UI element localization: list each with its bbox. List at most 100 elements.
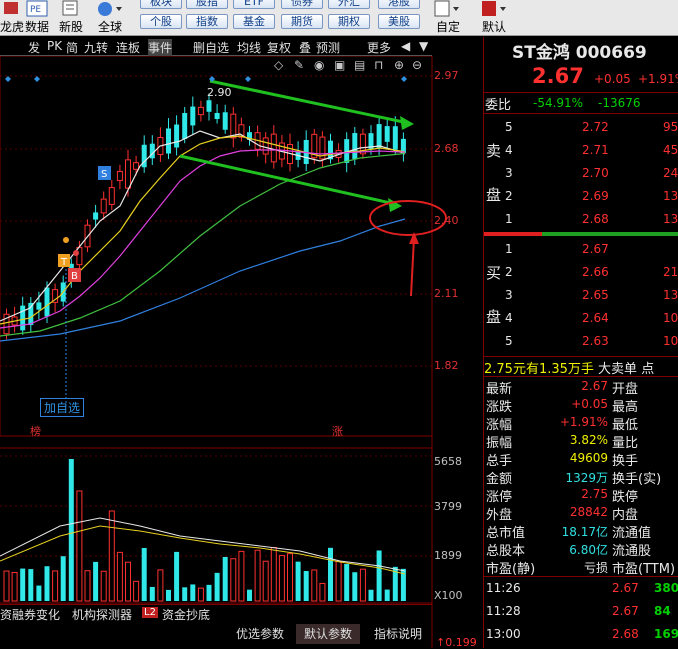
arrow-left-icon[interactable]: ◀ bbox=[401, 39, 410, 53]
bid-side-label-1: 买 bbox=[486, 264, 502, 282]
stat-value: 49609 bbox=[569, 451, 608, 465]
chart-tool-8[interactable]: 复权 bbox=[267, 39, 291, 56]
toolbar-label-longhu[interactable]: 龙虎 bbox=[0, 18, 24, 35]
stat-label-2: 最低 bbox=[612, 418, 639, 433]
bids-price[interactable]: 2.66 bbox=[582, 265, 609, 279]
kline-chart[interactable]: T B S 2.90 bbox=[0, 56, 482, 648]
chart-tool-5[interactable]: 事件 bbox=[148, 39, 173, 56]
toolbar-label-default[interactable]: 默认 bbox=[482, 18, 506, 35]
chart-toolbar-nav[interactable]: ◀ ▼ bbox=[399, 38, 431, 55]
stat-label: 涨跌 bbox=[486, 400, 513, 415]
big-order-row[interactable]: 2.75元有1.35万手 大卖单 点 bbox=[484, 358, 654, 377]
stat-value: 1329万 bbox=[565, 471, 608, 485]
stock-code: 000669 bbox=[575, 43, 647, 63]
volume-bar bbox=[278, 555, 285, 602]
tab-institution-detector[interactable]: 机构探测器 bbox=[72, 606, 132, 623]
pe-data-icon[interactable]: PE bbox=[26, 0, 56, 18]
tab-indicator-help[interactable]: 指标说明 bbox=[366, 624, 430, 644]
globe-icon[interactable] bbox=[95, 0, 125, 18]
candle bbox=[108, 187, 115, 205]
stat-label: 涨幅 bbox=[486, 418, 513, 433]
market-button-market_row2-5[interactable]: 美股 bbox=[378, 14, 420, 29]
toolbar-label-new-stock[interactable]: 新股 bbox=[59, 18, 83, 35]
asks-level: 1 bbox=[505, 212, 513, 226]
new-stock-icon[interactable] bbox=[60, 0, 90, 18]
chart-tool-4[interactable]: 连板 bbox=[116, 39, 140, 56]
bids-vol: 10 bbox=[663, 334, 678, 348]
market-button-market_row1-4[interactable]: 外汇 bbox=[328, 0, 370, 9]
toolbar-label-custom[interactable]: 自定 bbox=[436, 18, 460, 35]
bids-price[interactable]: 2.65 bbox=[582, 288, 609, 302]
eye-icon[interactable]: ◉ bbox=[314, 58, 324, 72]
chart-tool-7[interactable]: 均线 bbox=[237, 39, 261, 56]
zoom-in-icon[interactable]: ⊕ bbox=[394, 58, 404, 72]
asks-price[interactable]: 2.69 bbox=[582, 189, 609, 203]
candle bbox=[93, 212, 99, 220]
asks-price[interactable]: 2.68 bbox=[582, 212, 609, 226]
chart-tool-10[interactable]: 预测 bbox=[316, 39, 340, 56]
chart-tool-2[interactable]: 简 bbox=[66, 39, 78, 56]
bids-vol: 13 bbox=[663, 288, 678, 302]
asks-price[interactable]: 2.72 bbox=[582, 120, 609, 134]
chart-tool-3[interactable]: 九转 bbox=[84, 39, 108, 56]
lower-arrowhead-icon bbox=[388, 198, 402, 212]
toolbar-label-global[interactable]: 全球 bbox=[98, 18, 122, 35]
chart-tool-9[interactable]: 叠 bbox=[299, 39, 311, 56]
tab-fund-bottom[interactable]: 资金抄底 bbox=[162, 606, 210, 623]
stat-value: +1.91% bbox=[559, 415, 608, 429]
camera-icon[interactable]: ▣ bbox=[334, 58, 345, 72]
market-button-market_row2-0[interactable]: 个股 bbox=[140, 14, 182, 29]
chart-tool-6[interactable]: 删自选 bbox=[193, 39, 229, 56]
price-change-pct: +1.91% bbox=[638, 72, 678, 86]
stat-value: 3.82% bbox=[569, 433, 608, 447]
bids-level: 3 bbox=[505, 288, 513, 302]
tab-default-params[interactable]: 默认参数 bbox=[296, 624, 360, 644]
volume-bar bbox=[76, 490, 83, 602]
market-button-market_row1-3[interactable]: 债券 bbox=[281, 0, 323, 9]
candle bbox=[206, 100, 212, 112]
toolbar-label-data[interactable]: 数据 bbox=[25, 18, 49, 35]
chart-tool-1[interactable]: PK bbox=[47, 39, 62, 53]
market-button-market_row1-1[interactable]: 股指 bbox=[186, 0, 228, 9]
market-button-market_row2-2[interactable]: 基金 bbox=[233, 14, 275, 29]
volume-bar bbox=[93, 561, 99, 601]
stat-label-2: 换手(实) bbox=[612, 472, 662, 487]
chart-tool-11[interactable]: 更多 bbox=[367, 39, 391, 56]
market-button-market_row1-0[interactable]: 板块 bbox=[140, 0, 182, 9]
chart-tool-0[interactable]: 发 bbox=[28, 39, 40, 56]
bottom-indicator-value: ↑0.199 bbox=[436, 636, 477, 649]
market-button-market_row1-5[interactable]: 港股 bbox=[378, 0, 420, 9]
market-button-market_row1-2[interactable]: ETF bbox=[233, 0, 275, 9]
volume-bar bbox=[149, 586, 155, 601]
market-button-market_row2-1[interactable]: 指数 bbox=[186, 14, 228, 29]
stat-value: 28842 bbox=[569, 505, 608, 519]
volume-bar bbox=[116, 551, 123, 602]
trash-icon[interactable]: ▤ bbox=[354, 58, 365, 72]
market-button-market_row2-3[interactable]: 期货 bbox=[281, 14, 323, 29]
bids-price[interactable]: 2.67 bbox=[582, 242, 609, 256]
stat-label-2: 量比 bbox=[612, 436, 639, 451]
price-axis-label: 2.11 bbox=[434, 287, 459, 300]
candle bbox=[116, 170, 123, 182]
tab-optimized-params[interactable]: 优选参数 bbox=[228, 624, 292, 644]
stat-label-2: 内盘 bbox=[612, 508, 639, 523]
volume-bar bbox=[190, 584, 196, 601]
volume-bar bbox=[344, 564, 350, 601]
stat-label-2: 跌停 bbox=[612, 490, 639, 505]
lock-icon[interactable]: ⊓ bbox=[374, 58, 383, 72]
pen-icon[interactable]: ✎ bbox=[294, 58, 304, 72]
add-watchlist-button[interactable]: 加自选 bbox=[40, 398, 85, 417]
diamond-tool-icon[interactable]: ◇ bbox=[274, 58, 283, 72]
arrow-down-icon[interactable]: ▼ bbox=[419, 39, 428, 53]
zoom-out-icon[interactable]: ⊖ bbox=[412, 58, 422, 72]
default-icon[interactable] bbox=[480, 0, 510, 18]
volume-bar bbox=[84, 570, 91, 602]
custom-icon[interactable] bbox=[433, 0, 463, 18]
tick-price: 2.67 bbox=[612, 604, 639, 618]
asks-price[interactable]: 2.70 bbox=[582, 166, 609, 180]
bids-price[interactable]: 2.63 bbox=[582, 334, 609, 348]
asks-price[interactable]: 2.71 bbox=[582, 143, 609, 157]
tab-margin-change[interactable]: 资融券变化 bbox=[0, 606, 60, 623]
market-button-market_row2-4[interactable]: 期权 bbox=[328, 14, 370, 29]
bids-price[interactable]: 2.64 bbox=[582, 311, 609, 325]
